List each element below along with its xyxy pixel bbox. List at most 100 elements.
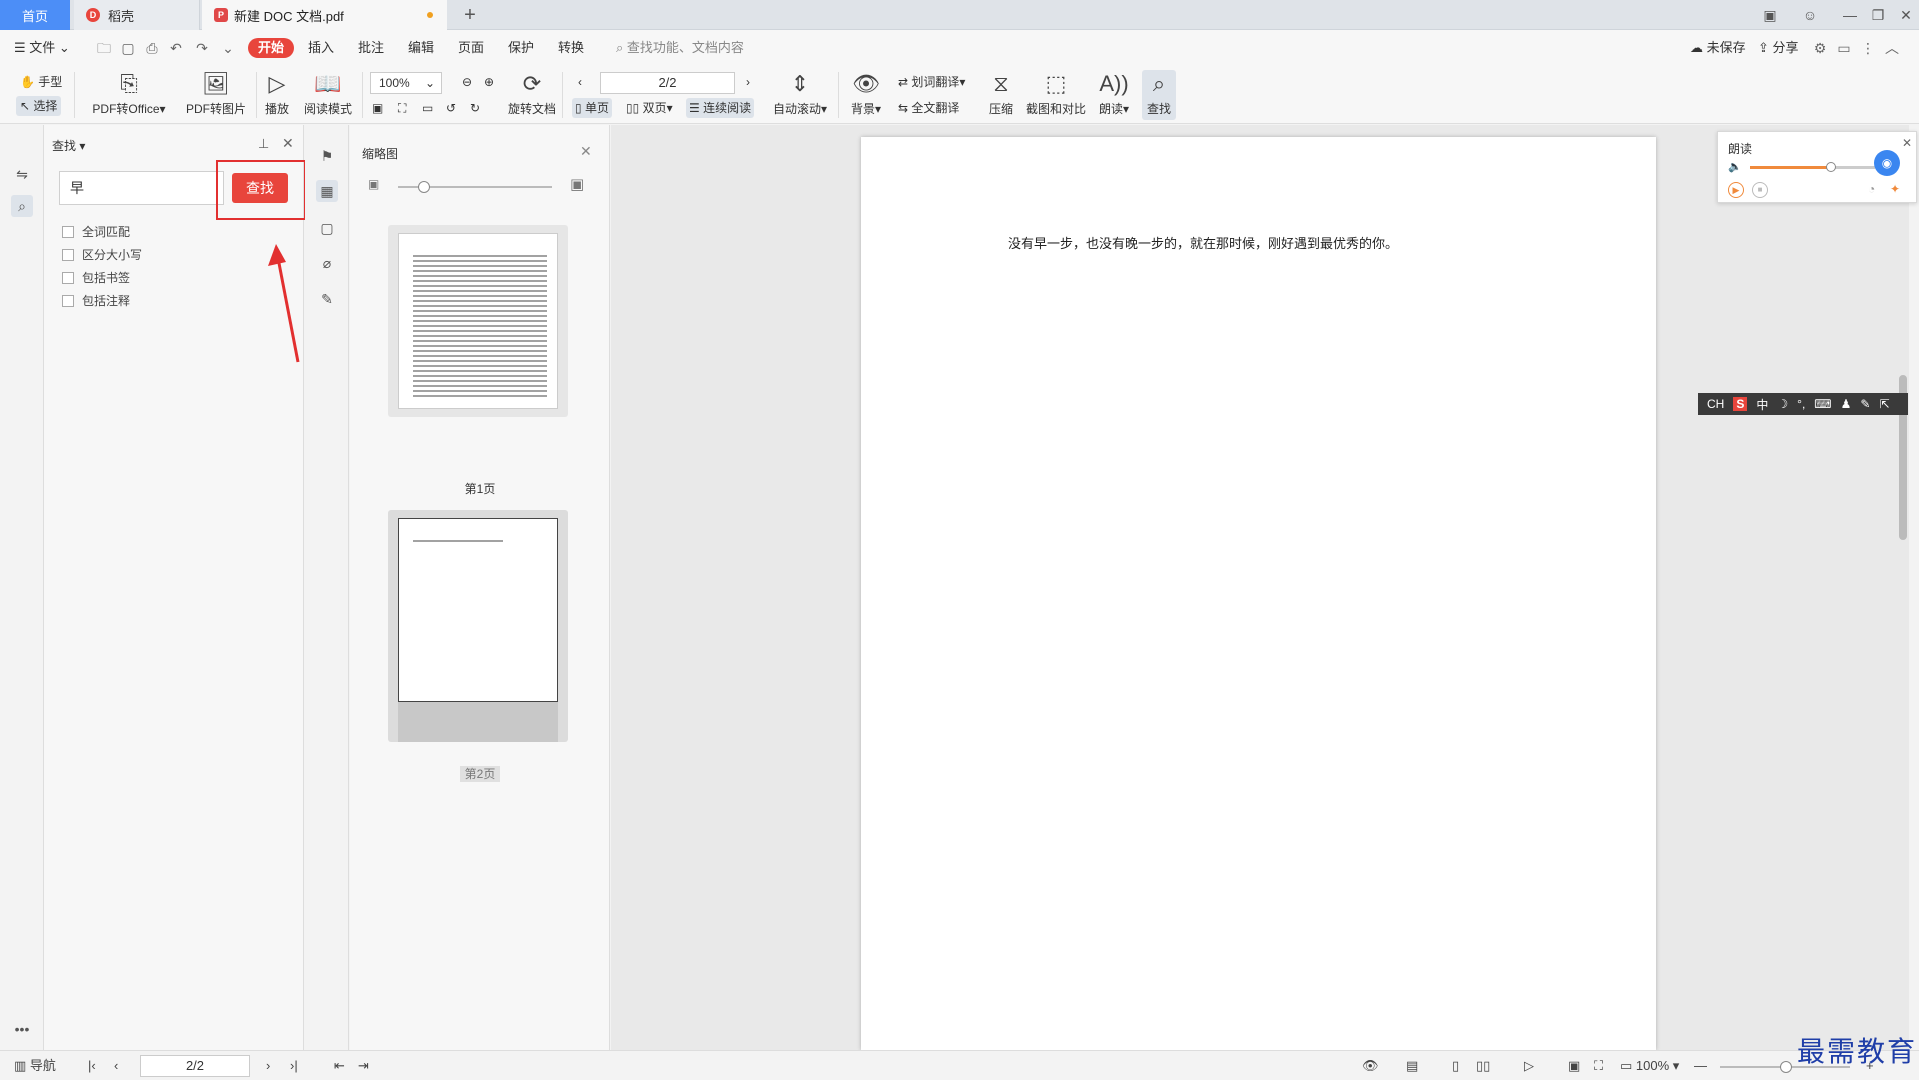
avatar[interactable]: ☺ (1790, 0, 1830, 30)
zoom-select[interactable]: 100% ⌄ (370, 72, 442, 94)
speed-icon[interactable]: ◔ (1868, 182, 1875, 196)
menu-start[interactable]: 开始 (248, 38, 295, 58)
case-sensitive-checkbox[interactable]: 区分大小写 (62, 246, 142, 263)
menu-insert[interactable]: 插入 (308, 38, 334, 58)
large-image-icon[interactable]: ▣ (570, 175, 584, 193)
menu-convert[interactable]: 转换 (558, 38, 584, 58)
prev-page-button[interactable]: ‹ (578, 72, 582, 92)
select-tool[interactable]: ↖ 选择 (16, 96, 62, 116)
back-icon[interactable]: ⇤ (334, 1057, 345, 1075)
volume-icon[interactable]: 🔈 (1728, 160, 1742, 173)
share-button[interactable]: ⇪ 分享 (1758, 38, 1799, 58)
double-page-status-icon[interactable]: ▯▯ (1476, 1057, 1490, 1075)
prev-page-icon[interactable]: ‹ (114, 1057, 118, 1075)
comment-panel-icon[interactable]: ▢ (316, 217, 338, 239)
rotate-document-button[interactable]: ⟳ 旋转文档 (506, 70, 558, 117)
play-read-icon[interactable]: ▶ (1728, 182, 1744, 198)
user-icon[interactable]: ♟ (1841, 397, 1852, 411)
background-button[interactable]: 👁 背景▾ (846, 70, 886, 117)
menu-page[interactable]: 页面 (458, 38, 484, 58)
nav-toggle[interactable]: ▥ 导航 (14, 1057, 56, 1075)
menu-annotate[interactable]: 批注 (358, 38, 384, 58)
tab-home[interactable]: 首页 (0, 0, 70, 30)
fit-page-status-icon[interactable]: ⛶ (1594, 1057, 1603, 1075)
save-icon[interactable]: ▢ (118, 38, 138, 58)
fit-page-icon[interactable]: ⛶ (398, 98, 406, 118)
layout-icon[interactable]: ▣ (1750, 0, 1790, 30)
rotate-right-icon[interactable]: ↻ (470, 98, 480, 118)
close-read-aloud-icon[interactable]: ✕ (1902, 136, 1912, 150)
close-thumbnail-icon[interactable]: ✕ (580, 143, 592, 160)
zoom-slider-handle[interactable] (1780, 1061, 1792, 1073)
zoom-in-button[interactable]: ⊕ (484, 72, 494, 92)
voice-icon[interactable]: ◉ (1874, 150, 1900, 176)
moon-icon[interactable]: ☽ (1777, 397, 1788, 411)
first-page-icon[interactable]: |‹ (88, 1057, 96, 1075)
rotate-left-icon[interactable]: ↺ (446, 98, 456, 118)
comment-icon[interactable]: ▭ (1834, 38, 1854, 58)
thumbnail-page-2[interactable] (388, 510, 568, 742)
single-page-button[interactable]: ▯ 单页 (572, 98, 612, 118)
next-page-icon[interactable]: › (266, 1057, 270, 1075)
zoom-status[interactable]: ▭ 100% ▾ (1620, 1057, 1679, 1075)
double-page-button[interactable]: ▯▯ 双页▾ (626, 98, 673, 118)
menu-protect[interactable]: 保护 (508, 38, 534, 58)
pdf-to-office-button[interactable]: ⎘ PDF转Office▾ (88, 70, 170, 117)
eye-status-icon[interactable]: 👁 (1362, 1057, 1379, 1075)
feature-search[interactable]: ⌕ 查找功能、文档内容 (616, 38, 744, 58)
unsaved-status[interactable]: ☁ 未保存 (1690, 38, 1746, 58)
replace-icon[interactable]: ⇋ (11, 163, 33, 185)
signature-icon[interactable]: ✎ (316, 288, 338, 310)
play-status-icon[interactable]: ▷ (1524, 1057, 1534, 1075)
undo-icon[interactable]: ↶ (166, 38, 186, 58)
compress-button[interactable]: ⧖ 压缩 (984, 70, 1018, 117)
thumbnail-icon[interactable]: ▦ (316, 180, 338, 202)
collapse-ribbon-icon[interactable]: ︿ (1882, 38, 1902, 58)
play-button[interactable]: ▷ 播放 (260, 70, 294, 117)
zoom-out-button[interactable]: ⊖ (462, 72, 472, 92)
volume-slider-track[interactable] (1830, 166, 1875, 169)
ime-lang[interactable]: CH (1707, 397, 1724, 411)
include-bookmarks-checkbox[interactable]: 包括书签 (62, 269, 130, 286)
small-image-icon[interactable]: ▣ (368, 177, 379, 191)
full-translate-button[interactable]: ⇆ 全文翻译 (898, 98, 959, 118)
expand-icon[interactable]: ⇱ (1879, 397, 1889, 411)
settings-spark-icon[interactable]: ✦ (1890, 182, 1900, 196)
more-dots-icon[interactable]: ••• (11, 1018, 33, 1040)
document-page[interactable]: 没有早一步，也没有晚一步的，就在那时候，刚好遇到最优秀的你。 (861, 137, 1656, 1050)
print-icon[interactable]: ⎙ (142, 38, 162, 58)
last-page-icon[interactable]: ›| (290, 1057, 298, 1075)
tab-document[interactable]: P 新建 DOC 文档.pdf (202, 0, 447, 30)
find-panel-icon[interactable]: ⌕ (11, 195, 33, 217)
tab-daoke[interactable]: D 稻壳 (74, 0, 200, 30)
word-translate-button[interactable]: ⇄ 划词翻译▾ (898, 72, 965, 92)
status-page-input[interactable]: 2/2 (140, 1055, 250, 1077)
sogou-icon[interactable]: S (1733, 397, 1748, 411)
close-window-button[interactable]: ✕ (1886, 0, 1919, 30)
include-comments-checkbox[interactable]: 包括注释 (62, 292, 130, 309)
continuous-read-button[interactable]: ☰ 连续阅读 (686, 98, 755, 118)
tool-icon[interactable]: ✎ (1860, 397, 1870, 411)
settings-icon[interactable]: ⚙ (1810, 38, 1830, 58)
stop-read-icon[interactable]: ■ (1752, 182, 1768, 198)
pin-icon[interactable]: ⊥ (258, 136, 269, 152)
attachment-icon[interactable]: ⌀ (316, 252, 338, 274)
new-tab-button[interactable]: + (455, 0, 485, 30)
menu-edit[interactable]: 编辑 (408, 38, 434, 58)
find-button[interactable]: ⌕ 查找 (1142, 70, 1176, 120)
find-panel-title[interactable]: 查找 ▾ (52, 137, 85, 154)
bookmark-icon[interactable]: ⚑ (316, 145, 338, 167)
fit-width-icon[interactable]: ▭ (422, 98, 433, 118)
slider-handle[interactable] (418, 181, 430, 193)
ime-mode[interactable]: 中 (1756, 396, 1768, 413)
read-aloud-button[interactable]: A)) 朗读▾ (1096, 70, 1132, 117)
whole-word-checkbox[interactable]: 全词匹配 (62, 223, 130, 240)
forward-icon[interactable]: ⇥ (358, 1057, 369, 1075)
continuous-status-icon[interactable]: ▤ (1406, 1057, 1418, 1075)
single-page-status-icon[interactable]: ▯ (1452, 1057, 1459, 1075)
read-mode-button[interactable]: 📖 阅读模式 (300, 70, 356, 117)
more-icon[interactable]: ⋮ (1858, 38, 1878, 58)
file-menu[interactable]: ☰ 文件 ⌄ (14, 38, 70, 58)
find-input[interactable]: 早 (59, 171, 224, 205)
close-icon[interactable]: ✕ (282, 135, 294, 152)
